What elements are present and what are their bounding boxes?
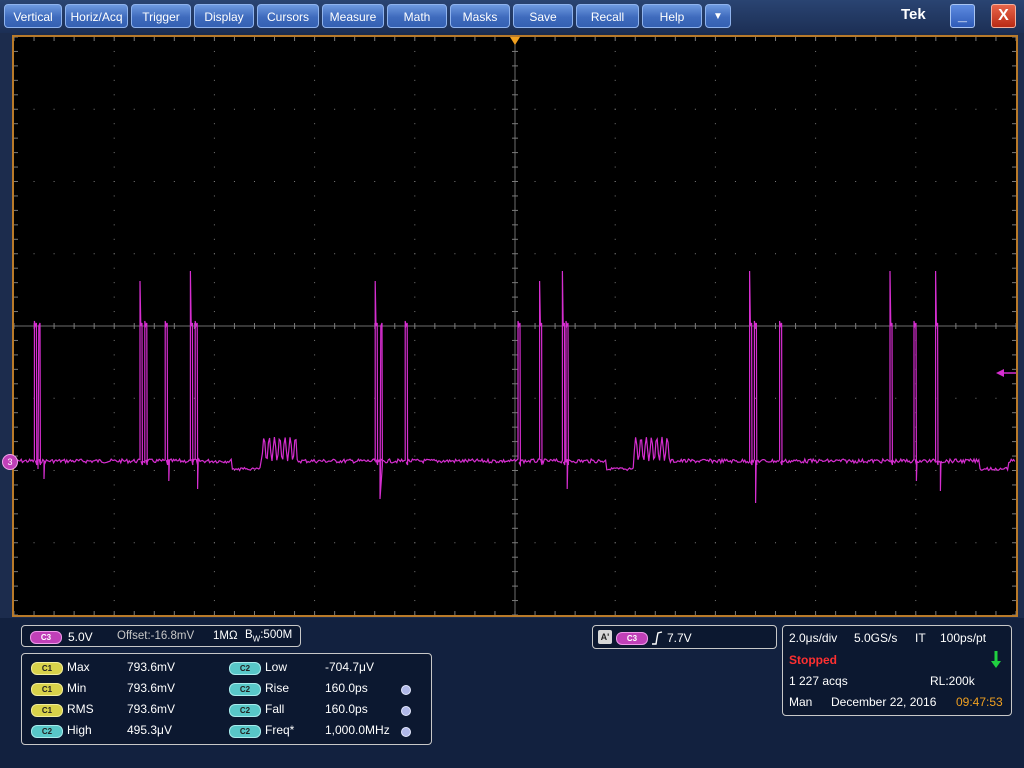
channel-3-waveform [14,270,1016,504]
acquisition-readout[interactable]: 2.0μs/div 5.0GS/s IT 100ps/pt Stopped 1 … [782,625,1012,716]
meas-value: 495.3μV [127,723,172,737]
time-resolution: 100ps/pt [940,631,987,645]
meas-name: Max [67,660,90,674]
meas-value: 793.6mV [127,681,176,695]
menu-trigger[interactable]: Trigger [131,4,191,28]
trigger-readout[interactable]: A' C3 7.7V [592,625,777,649]
bandwidth-value: :500M [260,629,293,641]
minimize-button[interactable]: _ [950,4,975,28]
meas-source-badge: C2 [31,725,63,738]
acq-mode: IT [915,631,926,645]
menu-masks[interactable]: Masks [450,4,510,28]
record-length: RL:200k [930,674,975,688]
channel-offset: Offset:-16.8mV [117,630,195,642]
meas-name: Min [67,681,87,695]
trigger-position-marker[interactable] [510,37,520,45]
sample-rate: 5.0GS/s [854,631,898,645]
menu-vertical[interactable]: Vertical [4,4,62,28]
meas-info-icon[interactable] [401,685,411,695]
meas-value: 1,000.0MHz [325,723,390,737]
trigger-a-badge: A' [598,630,612,644]
acq-state: Stopped [789,653,837,667]
brand-logo: Tek [901,6,926,23]
channel-bandwidth: BW:500M [245,629,292,643]
meas-name: Freq* [265,723,295,737]
channel-marker-label: 3 [7,457,13,467]
channel-3-badge: C3 [30,631,62,644]
measurement-table[interactable]: C1 Max 793.6mV C1 Min 793.6mV C1 RMS 793… [21,653,432,745]
meas-value: 793.6mV [127,660,176,674]
waveform-graticule[interactable] [14,37,1016,615]
trigger-level: 7.7V [667,631,692,645]
meas-source-badge: C2 [229,683,261,696]
menu-math[interactable]: Math [387,4,447,28]
date: December 22, 2016 [831,695,937,709]
meas-info-icon[interactable] [401,706,411,716]
meas-name: Fall [265,702,285,716]
trigger-level-arrow-icon[interactable] [996,369,1016,377]
menu-more-button[interactable]: ▼ [705,4,731,28]
time: 09:47:53 [956,695,1003,709]
meas-source-badge: C2 [229,704,261,717]
channel-3-readout[interactable]: C3 5.0V Offset:-16.8mV 1MΩ BW:500M [21,625,301,647]
menu-measure[interactable]: Measure [322,4,384,28]
menu-cursors[interactable]: Cursors [257,4,319,28]
channel-3-ground-marker[interactable]: 3 [2,454,18,470]
meas-value: 160.0ps [325,702,368,716]
meas-source-badge: C2 [229,725,261,738]
menu-save[interactable]: Save [513,4,573,28]
meas-info-icon[interactable] [401,727,411,737]
timebase: 2.0μs/div [789,631,838,645]
menu-help[interactable]: Help [642,4,702,28]
channel-scale: 5.0V [68,630,93,644]
menu-horiz-acq[interactable]: Horiz/Acq [65,4,128,28]
trigger-mode: Man [789,695,813,709]
meas-name: Low [265,660,288,674]
meas-source-badge: C1 [31,683,63,696]
rising-edge-icon [652,631,663,645]
meas-source-badge: C1 [31,662,63,675]
meas-value: 160.0ps [325,681,368,695]
meas-source-badge: C1 [31,704,63,717]
trigger-source-badge: C3 [616,632,648,645]
bandwidth-prefix: B [245,629,253,641]
meas-name: Rise [265,681,290,695]
run-state-icon [991,651,1001,668]
channel-impedance: 1MΩ [213,630,238,642]
menu-recall[interactable]: Recall [576,4,639,28]
meas-name: High [67,723,92,737]
meas-name: RMS [67,702,94,716]
acq-count: 1 227 acqs [789,674,848,688]
close-button[interactable]: X [991,4,1016,28]
meas-source-badge: C2 [229,662,261,675]
meas-value: -704.7μV [325,660,374,674]
menu-bar: Vertical Horiz/Acq Trigger Display Curso… [0,0,1024,33]
meas-value: 793.6mV [127,702,176,716]
menu-display[interactable]: Display [194,4,254,28]
